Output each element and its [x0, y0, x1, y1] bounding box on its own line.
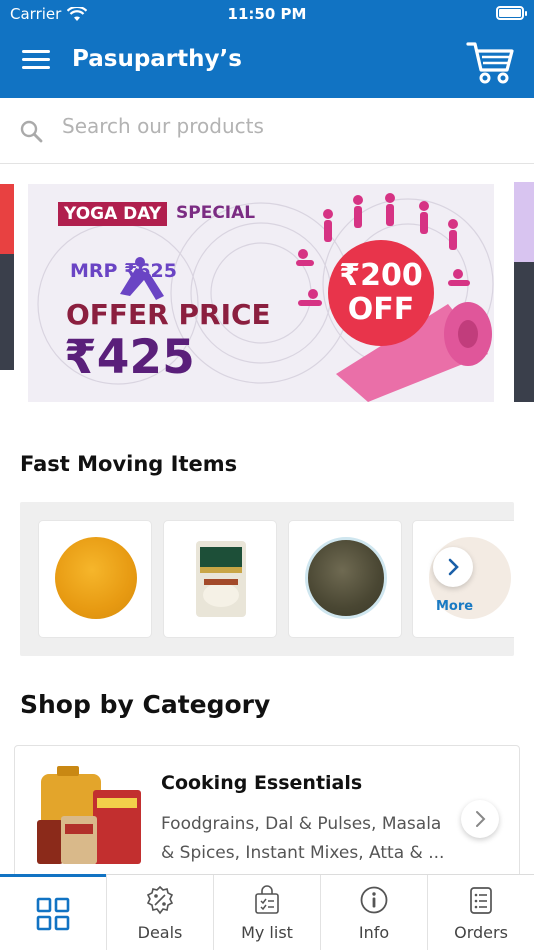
- banner-price: ₹425: [64, 330, 195, 385]
- hamburger-menu-icon[interactable]: [22, 50, 50, 74]
- percent-badge-icon: [146, 885, 174, 915]
- tab-orders-label: Orders: [454, 923, 508, 942]
- search-bar[interactable]: Search our products: [0, 98, 534, 164]
- tab-home[interactable]: [0, 874, 106, 950]
- category-card-description: Foodgrains, Dal & Pulses, Masala & Spice…: [161, 814, 445, 863]
- fast-moving-item-toor-dal[interactable]: [38, 520, 152, 638]
- category-section-title: Shop by Category: [20, 690, 271, 719]
- app-header: Carrier 11:50 PM Pasuparthy’s: [0, 0, 534, 98]
- fast-moving-item-basmati-rice[interactable]: [163, 520, 277, 638]
- category-card-cooking-essentials[interactable]: Cooking Essentials Foodgrains, Dal & Pul…: [14, 745, 520, 885]
- fast-moving-more-tile[interactable]: More: [412, 520, 514, 638]
- shopping-bag-list-icon: [255, 885, 279, 914]
- tab-info-label: Info: [358, 923, 390, 942]
- tab-deals-label: Deals: [137, 923, 183, 942]
- category-card-title: Cooking Essentials: [161, 772, 363, 794]
- fast-moving-item-mustard-seeds[interactable]: [288, 520, 402, 638]
- next-banner-peek: [514, 182, 534, 402]
- grid-icon: [36, 897, 70, 931]
- fast-moving-title: Fast Moving Items: [20, 452, 238, 476]
- app-title: Pasuparthy’s: [72, 46, 242, 72]
- tab-deals[interactable]: Deals: [106, 875, 213, 950]
- status-time: 11:50 PM: [227, 5, 307, 23]
- banner-offer-label: OFFER PRICE: [66, 298, 271, 331]
- info-icon: [360, 886, 388, 914]
- toor-dal-image: [55, 537, 137, 619]
- discount-amount: ₹200: [339, 258, 423, 293]
- search-icon: [20, 120, 43, 143]
- promo-carousel[interactable]: YOGA DAY SPECIAL MRP ₹625 OFFER PRICE ₹4…: [0, 164, 534, 422]
- tab-my-list-label: My list: [241, 923, 293, 942]
- fast-moving-strip[interactable]: More: [20, 502, 514, 656]
- bottom-tab-bar: Deals My list Info Orders: [0, 874, 534, 950]
- chevron-right-icon[interactable]: [461, 800, 499, 838]
- banner-mrp: MRP ₹625: [70, 260, 177, 282]
- discount-off-label: OFF: [347, 292, 415, 327]
- chevron-right-icon[interactable]: [433, 547, 473, 587]
- promo-banner[interactable]: YOGA DAY SPECIAL MRP ₹625 OFFER PRICE ₹4…: [28, 184, 494, 402]
- rice-bag-image: [196, 541, 246, 617]
- discount-badge: ₹200 OFF: [328, 240, 434, 346]
- search-input[interactable]: Search our products: [62, 114, 264, 138]
- tab-info[interactable]: Info: [320, 875, 427, 950]
- app-screen: Carrier 11:50 PM Pasuparthy’s Search our…: [0, 0, 534, 950]
- mustard-seeds-image: [305, 537, 387, 619]
- banner-special: SPECIAL: [176, 203, 256, 223]
- previous-banner-peek: [0, 184, 14, 370]
- cart-icon[interactable]: [466, 40, 514, 86]
- more-label[interactable]: More: [436, 599, 473, 614]
- cooking-essentials-image: [37, 766, 141, 864]
- banner-tag: YOGA DAY: [58, 202, 168, 226]
- status-bar: Carrier 11:50 PM: [0, 0, 534, 28]
- tab-my-list[interactable]: My list: [213, 875, 320, 950]
- battery-icon: [496, 6, 527, 20]
- orders-list-icon: [470, 887, 492, 914]
- tab-orders[interactable]: Orders: [427, 875, 534, 950]
